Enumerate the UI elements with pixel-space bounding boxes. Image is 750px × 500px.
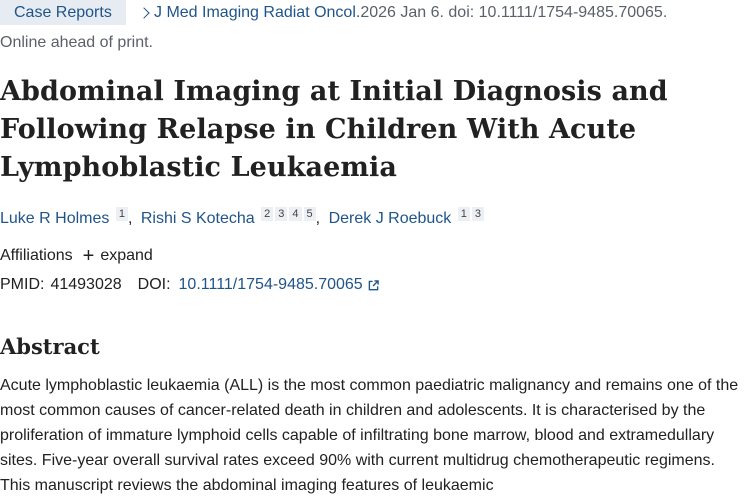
doi-label: DOI: <box>137 276 171 293</box>
identifiers-row: PMID: 41493028 DOI: 10.1111/1754-9485.70… <box>0 276 379 294</box>
affiliation-ref[interactable]: 2 <box>261 207 274 221</box>
affiliation-ref[interactable]: 3 <box>275 207 288 221</box>
plus-icon: + <box>82 245 95 267</box>
abstract-text: Acute lymphoblastic leukaemia (ALL) is t… <box>0 377 739 494</box>
pmid-value: 41493028 <box>50 276 122 293</box>
author-link[interactable]: Luke R Holmes <box>0 210 109 227</box>
author-link[interactable]: Derek J Roebuck <box>329 210 452 227</box>
publication-type-badge[interactable]: Case Reports <box>0 0 126 25</box>
expand-affiliations-button[interactable]: + expand <box>82 245 153 267</box>
affiliation-ref[interactable]: 4 <box>289 207 302 221</box>
expand-label: expand <box>100 247 153 264</box>
citation-details: 2026 Jan 6. doi: 10.1111/1754-9485.70065… <box>360 3 668 21</box>
chevron-right-icon <box>138 6 150 19</box>
author-list: Luke R Holmes 1, Rishi S Kotecha 2345, D… <box>0 207 484 228</box>
journal-link[interactable]: J Med Imaging Radiat Oncol. <box>154 4 360 22</box>
affiliations-row: Affiliations + expand <box>0 245 153 267</box>
affiliation-ref[interactable]: 1 <box>457 207 470 221</box>
author-separator: , <box>315 210 321 227</box>
citation-bar: Case Reports J Med Imaging Radiat Oncol.… <box>0 0 750 25</box>
article-title: Abdominal Imaging at Initial Diagnosis a… <box>0 76 668 183</box>
author-separator: , <box>127 210 133 227</box>
affiliations-label: Affiliations <box>0 247 73 264</box>
author-link[interactable]: Rishi S Kotecha <box>141 210 255 227</box>
pmid-label: PMID: <box>0 276 45 293</box>
external-link-icon[interactable] <box>368 279 379 291</box>
abstract-heading: Abstract <box>0 334 100 359</box>
affiliation-ref[interactable]: 3 <box>471 207 484 221</box>
publication-status: Online ahead of print. <box>0 34 153 51</box>
affiliation-ref[interactable]: 1 <box>115 207 128 221</box>
doi-link[interactable]: 10.1111/1754-9485.70065 <box>179 276 363 294</box>
affiliation-ref[interactable]: 5 <box>303 207 316 221</box>
